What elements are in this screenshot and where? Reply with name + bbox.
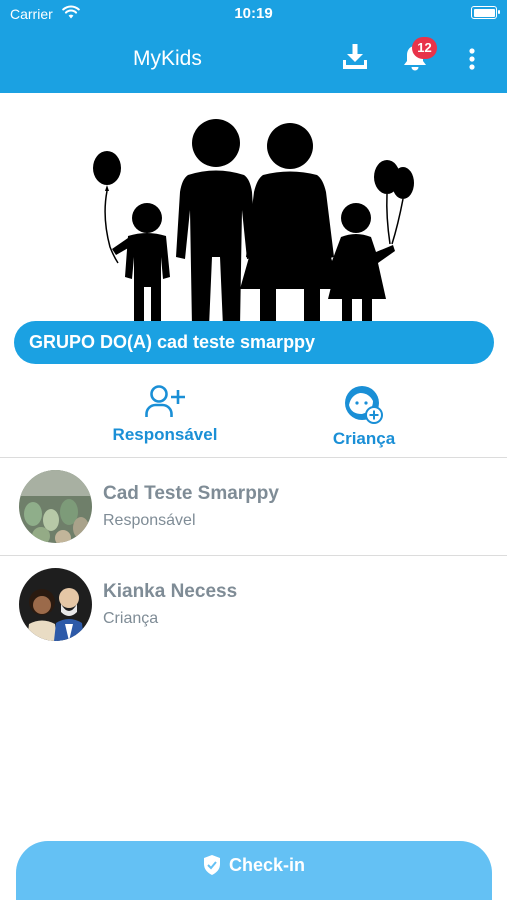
- notification-count-badge: 12: [412, 37, 437, 59]
- add-responsavel-label: Responsável: [112, 425, 218, 444]
- status-bar: Carrier 10:19: [0, 0, 507, 28]
- add-child-icon: [345, 386, 383, 424]
- app-header: Carrier 10:19 MyKids 12: [0, 0, 507, 93]
- member-name: Kianka Necess: [103, 581, 238, 602]
- shield-check-icon: [203, 855, 220, 875]
- family-illustration: [93, 119, 414, 327]
- download-icon: [343, 44, 367, 69]
- member-name: Cad Teste Smarppy: [103, 483, 279, 504]
- group-title-banner: GRUPO DO(A) cad teste smarppy: [14, 321, 494, 364]
- add-crianca-label: Criança: [332, 429, 396, 448]
- status-time: 10:19: [234, 5, 273, 22]
- checkin-content: Check-in: [16, 854, 492, 876]
- more-options-button[interactable]: [462, 45, 482, 73]
- member-list-item[interactable]: Kianka Necess Criança: [0, 555, 507, 653]
- member-role: Criança: [103, 610, 159, 627]
- battery-icon: [471, 6, 500, 19]
- member-role: Responsável: [103, 512, 196, 529]
- checkin-label: Check-in: [228, 854, 306, 875]
- more-vertical-icon: [469, 48, 475, 70]
- member-list-item[interactable]: Cad Teste Smarppy Responsável: [0, 457, 507, 555]
- app-title: MyKids: [133, 47, 202, 70]
- add-responsavel-button[interactable]: Responsável: [95, 384, 235, 454]
- checkin-button[interactable]: Check-in: [16, 841, 492, 900]
- add-crianca-button[interactable]: Criança: [294, 384, 434, 454]
- avatar: [19, 568, 92, 641]
- download-button[interactable]: [340, 42, 370, 72]
- avatar: [19, 470, 92, 543]
- add-person-icon: [145, 385, 185, 417]
